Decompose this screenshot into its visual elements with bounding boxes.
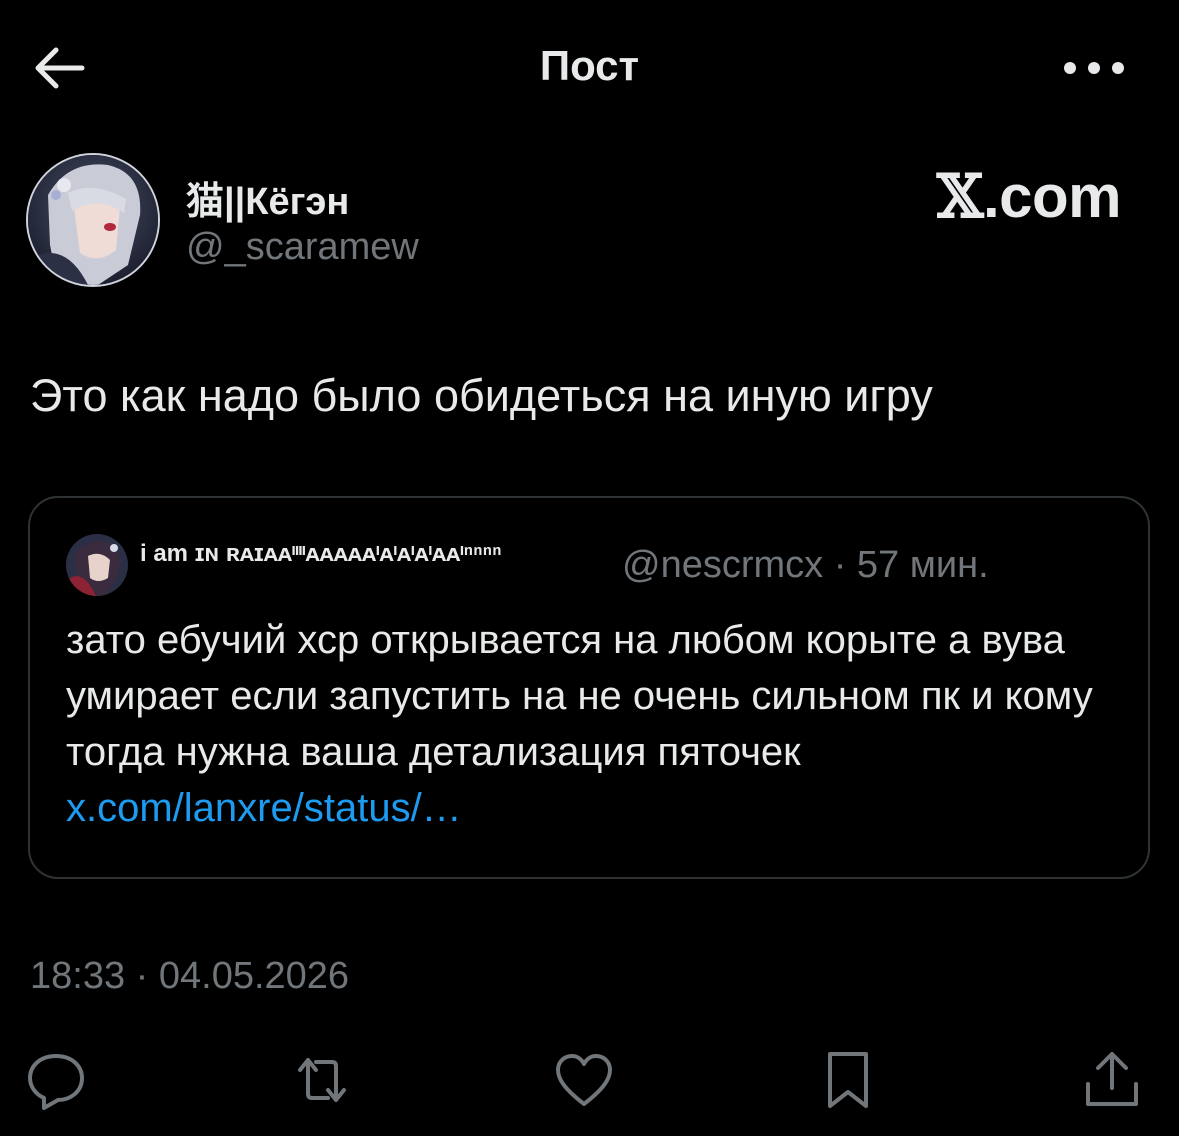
quoted-text-body: зато ебучий хср открывается на любом кор… — [66, 618, 1093, 774]
page-title: Пост — [539, 42, 640, 89]
quoted-post-text: зато ебучий хср открывается на любом кор… — [66, 612, 1126, 836]
anime-avatar-small — [66, 534, 128, 596]
post-text: Это как надо было обидеться на иную игру — [30, 370, 933, 421]
brand-domain: .com — [982, 163, 1122, 230]
heart-icon — [556, 1054, 612, 1106]
quoted-author-avatar[interactable] — [66, 534, 128, 596]
quoted-author-meta: @nescrmcx · 57 мин. — [622, 544, 989, 586]
more-horizontal-icon — [1064, 62, 1124, 74]
anime-avatar — [28, 155, 158, 285]
like-button[interactable] — [552, 1048, 616, 1112]
post-timestamp: 18:33 · 04.05.2026 — [30, 955, 350, 997]
quoted-link[interactable]: x.com/lanxre/status/… — [66, 786, 462, 830]
repost-button[interactable] — [290, 1048, 354, 1112]
bookmark-button[interactable] — [816, 1048, 880, 1112]
x-brand-watermark: 𝕏.com — [936, 162, 1122, 232]
bookmark-icon — [828, 1052, 868, 1108]
author-handle[interactable]: @_scaramew — [186, 226, 419, 269]
share-icon — [1086, 1052, 1138, 1106]
share-button[interactable] — [1080, 1048, 1144, 1112]
author-avatar[interactable] — [26, 153, 160, 287]
quoted-author-name[interactable]: i am ɪɴ ʀᴀɪᴀᴀᶦᶦᶦᶦᴀᴀᴀᴀᴀᶦᴀᶦᴀᶦᴀᶦᴀᴀᶦⁿⁿⁿⁿ — [140, 540, 502, 568]
more-button[interactable] — [1060, 48, 1130, 88]
reply-button[interactable] — [24, 1048, 88, 1112]
author-display-name[interactable]: 猫||Кёгэн — [186, 170, 349, 225]
x-logo: 𝕏 — [936, 162, 984, 232]
repost-icon — [298, 1058, 346, 1102]
reply-icon — [28, 1054, 84, 1110]
